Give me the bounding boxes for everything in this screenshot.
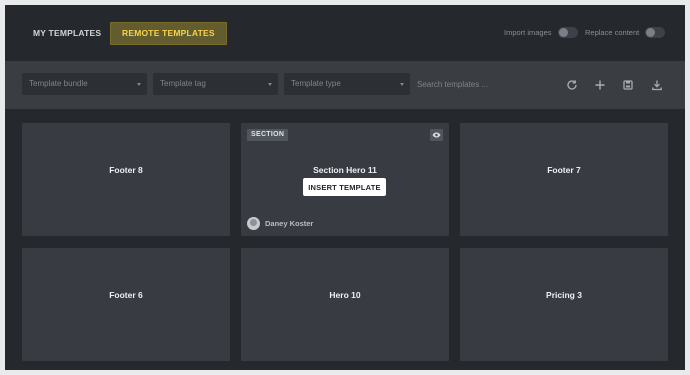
template-author: Daney Koster xyxy=(247,217,313,230)
template-type-value: Template type xyxy=(291,79,341,88)
templates-grid: Footer 8 SECTION Section Hero 11 INSERT … xyxy=(5,109,685,370)
template-card-footer-6[interactable]: Footer 6 xyxy=(22,248,230,361)
template-card-section-hero-11[interactable]: SECTION Section Hero 11 INSERT TEMPLATE … xyxy=(241,123,449,236)
replace-content-option: Replace content xyxy=(585,27,666,38)
replace-content-label: Replace content xyxy=(585,28,640,37)
insert-template-button[interactable]: INSERT TEMPLATE xyxy=(303,178,386,196)
toggle-knob xyxy=(558,28,568,37)
import-images-toggle[interactable] xyxy=(557,27,578,38)
toggle-knob xyxy=(646,28,656,37)
search-input[interactable] xyxy=(417,73,552,95)
download-icon[interactable] xyxy=(650,78,664,92)
header-bar: MY TEMPLATES REMOTE TEMPLATES Import ima… xyxy=(5,5,685,61)
template-card-hero-10[interactable]: Hero 10 xyxy=(241,248,449,361)
template-title: Hero 10 xyxy=(329,290,361,300)
save-icon[interactable] xyxy=(621,78,635,92)
refresh-icon[interactable] xyxy=(565,78,579,92)
template-title: Footer 8 xyxy=(109,165,143,175)
template-title: Pricing 3 xyxy=(546,290,582,300)
template-tag-value: Template tag xyxy=(160,79,206,88)
template-card-pricing-3[interactable]: Pricing 3 xyxy=(460,248,668,361)
tab-remote-templates[interactable]: REMOTE TEMPLATES xyxy=(110,22,227,45)
plus-icon[interactable] xyxy=(593,78,607,92)
template-bundle-select[interactable]: Template bundle xyxy=(22,73,147,95)
avatar xyxy=(247,217,260,230)
section-badge: SECTION xyxy=(247,129,289,141)
author-name: Daney Koster xyxy=(265,219,314,228)
template-type-select[interactable]: Template type xyxy=(284,73,410,95)
eye-icon[interactable] xyxy=(430,129,443,141)
tab-my-templates[interactable]: MY TEMPLATES xyxy=(22,22,112,45)
template-title: Footer 6 xyxy=(109,290,143,300)
template-bundle-value: Template bundle xyxy=(29,79,88,88)
template-title: Footer 7 xyxy=(547,165,581,175)
template-card-footer-7[interactable]: Footer 7 xyxy=(460,123,668,236)
filter-bar: Template bundle Template tag Template ty… xyxy=(5,61,685,109)
import-images-option: Import images xyxy=(504,27,578,38)
replace-content-toggle[interactable] xyxy=(645,27,666,38)
template-tag-select[interactable]: Template tag xyxy=(153,73,278,95)
chevron-down-icon xyxy=(137,83,141,86)
import-images-label: Import images xyxy=(504,28,552,37)
chevron-down-icon xyxy=(400,83,404,86)
template-card-footer-8[interactable]: Footer 8 xyxy=(22,123,230,236)
template-title: Section Hero 11 xyxy=(313,165,377,175)
chevron-down-icon xyxy=(268,83,272,86)
template-library-panel: MY TEMPLATES REMOTE TEMPLATES Import ima… xyxy=(5,5,685,370)
